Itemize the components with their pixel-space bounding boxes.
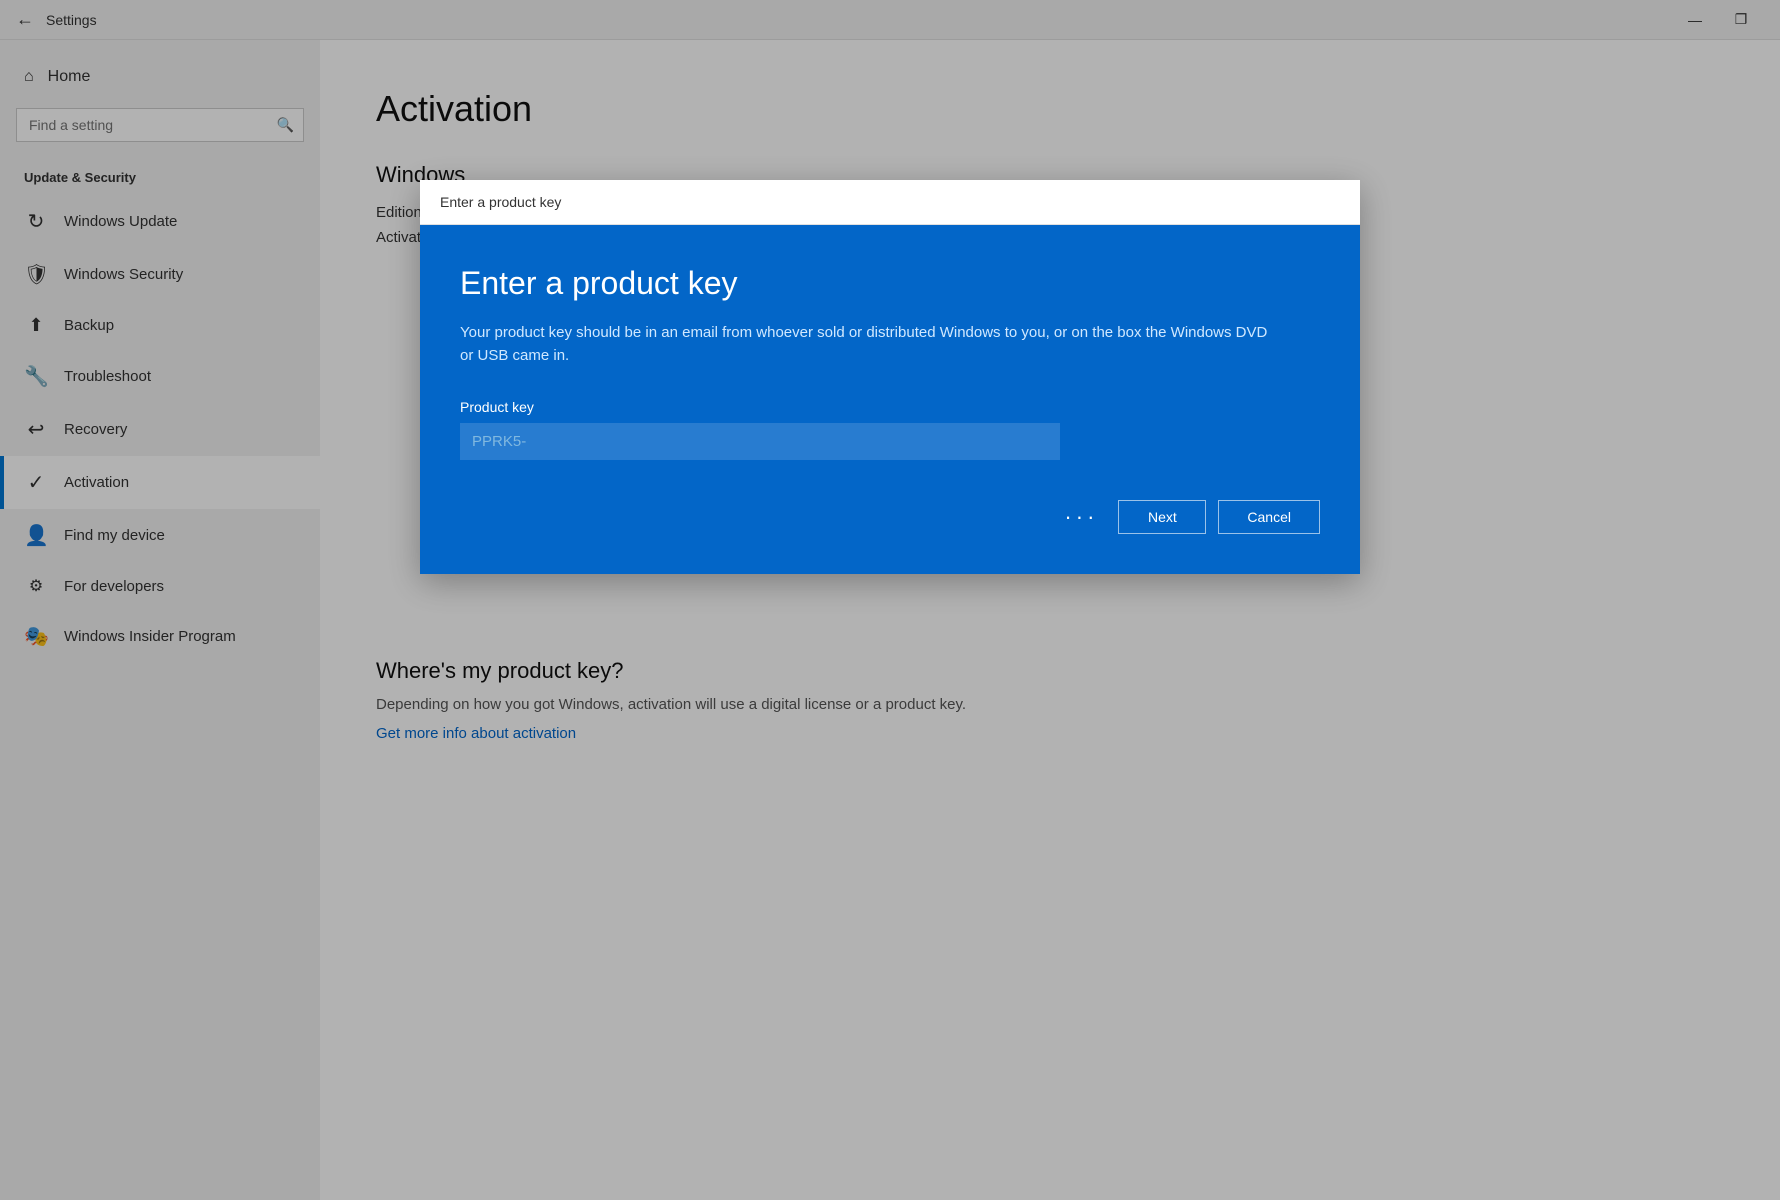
dialog-heading: Enter a product key (460, 265, 1320, 302)
dialog-description: Your product key should be in an email f… (460, 322, 1280, 367)
next-button[interactable]: Next (1118, 500, 1206, 534)
dialog-footer: ··· Next Cancel (460, 500, 1320, 534)
product-key-dialog: Enter a product key Enter a product key … (420, 180, 1360, 574)
loading-dots: ··· (1064, 504, 1098, 530)
dialog-titlebar: Enter a product key (420, 180, 1360, 225)
cancel-button[interactable]: Cancel (1218, 500, 1320, 534)
dialog-body: Enter a product key Your product key sho… (420, 225, 1360, 574)
dialog-overlay: Enter a product key Enter a product key … (0, 0, 1780, 1200)
product-key-label: Product key (460, 399, 1320, 415)
product-key-input[interactable] (460, 423, 1060, 460)
